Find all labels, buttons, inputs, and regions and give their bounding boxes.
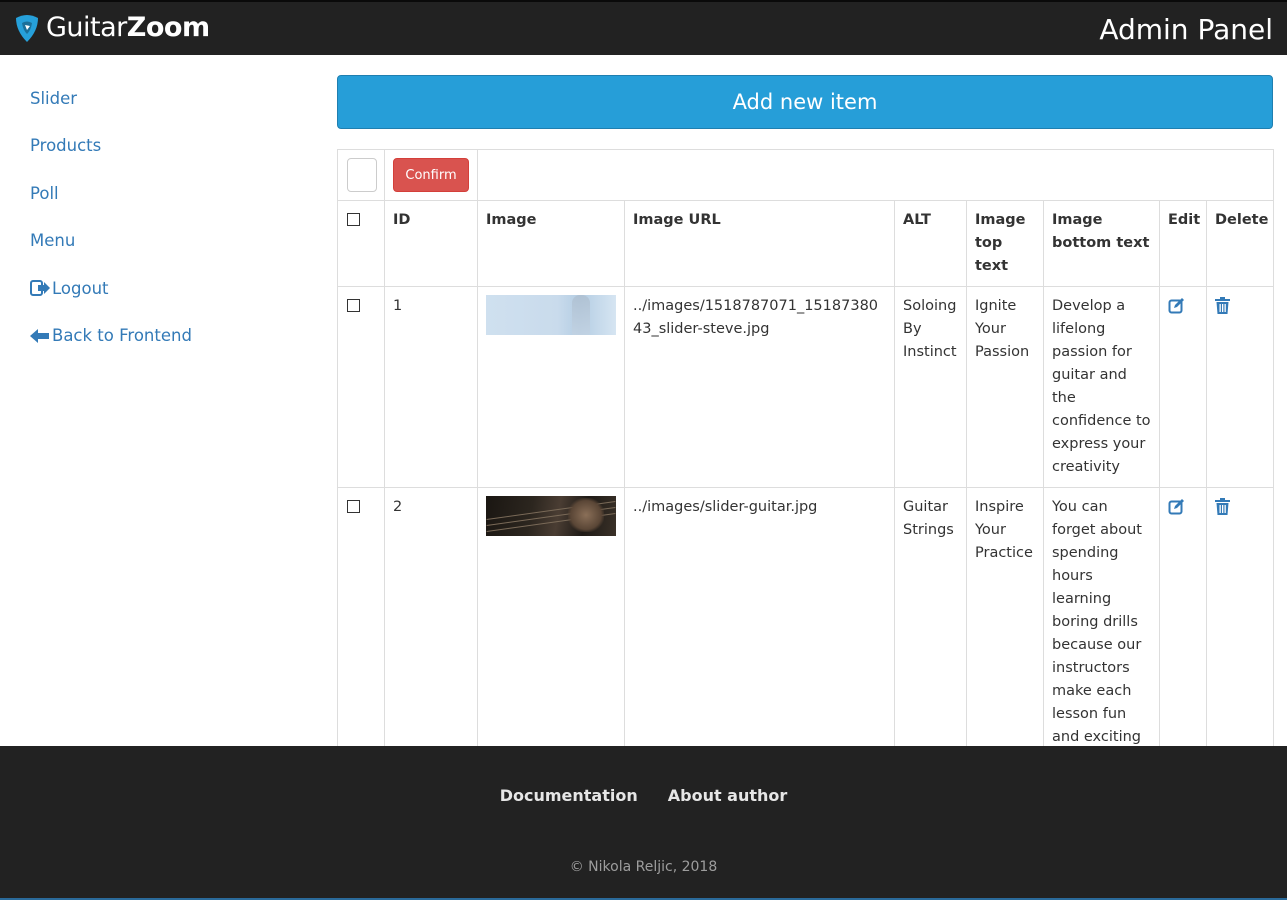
add-new-item-button[interactable]: Add new item [337,75,1273,129]
footer-links: Documentation About author [0,786,1287,805]
column-header-image-top-text: Image top text [966,200,1044,287]
column-header-edit: Edit [1159,200,1207,287]
sidebar-item-label: Products [30,136,102,156]
edit-cell [1159,487,1207,758]
trash-icon[interactable] [1215,498,1230,523]
sidebar-item-back-to-frontend[interactable]: Back to Frontend [30,324,290,348]
row-select-cell [337,286,385,488]
sidebar-item-label: Slider [30,88,78,108]
id-cell: 1 [384,286,478,488]
column-header-select [337,200,385,287]
slider-guitar-thumbnail [486,496,616,536]
table-header-row: ID Image Image URL ALT Image top text Im… [337,200,1275,287]
slider-steve-thumbnail [486,295,616,335]
top-text-cell: Ignite Your Passion [966,286,1044,488]
row-checkbox[interactable] [347,299,360,312]
bottom-text-cell: You can forget about spending hours lear… [1043,487,1160,758]
sidebar-nav: Slider Products Poll Menu Logout Back to… [30,86,290,372]
actions-cell: Confirm [384,149,478,201]
id-cell: 2 [384,487,478,758]
footer-link-about-author[interactable]: About author [668,786,788,805]
column-header-image: Image [477,200,625,287]
sidebar-item-logout[interactable]: Logout [30,276,290,300]
brand-logo[interactable]: GuitarZoom [14,11,210,45]
row-select-cell [337,487,385,758]
slider-items-table: Confirm ID Image Image URL ALT Image top… [337,149,1275,758]
delete-cell [1205,487,1275,758]
sidebar-item-slider[interactable]: Slider [30,86,290,110]
confirm-button[interactable]: Confirm [393,158,469,192]
table-actions-row: Confirm [337,149,1275,201]
top-text-cell: Inspire Your Practice [966,487,1044,758]
sidebar-item-menu[interactable]: Menu [30,229,290,253]
arrow-left-icon [30,328,49,343]
image-url-cell: ../images/1518787071_1518738043_slider-s… [624,286,895,488]
sidebar-item-label: Menu [30,231,76,251]
image-url-cell: ../images/slider-guitar.jpg [624,487,895,758]
sidebar-item-label: Logout [52,278,109,298]
alt-cell: Guitar Strings [894,487,967,758]
trash-icon[interactable] [1215,297,1230,322]
sidebar-item-label: Back to Frontend [52,326,192,346]
logout-icon [30,280,50,297]
brand-name-part1: Guitar [46,12,127,43]
bottom-text-cell: Develop a lifelong passion for guitar an… [1043,286,1160,488]
sidebar-item-poll[interactable]: Poll [30,181,290,205]
copyright-text: © Nikola Reljic, 2018 [569,859,718,875]
column-header-image-bottom-text: Image bottom text [1043,200,1160,287]
edit-cell [1159,286,1207,488]
table-row: 2 ../images/slider-guitar.jpg Guitar Str… [337,487,1275,758]
page-footer: Documentation About author © Nikola Relj… [0,746,1287,900]
column-header-image-url: Image URL [624,200,895,287]
column-header-delete: Delete [1205,200,1275,287]
brand-name: GuitarZoom [46,11,210,45]
brand-name-part2: Zoom [126,12,210,43]
alt-cell: Soloing By Instinct [894,286,967,488]
guitar-pick-icon [16,15,38,42]
actions-cell [337,149,385,201]
column-header-id: ID [384,200,478,287]
delete-cell [1205,286,1275,488]
footer-link-documentation[interactable]: Documentation [500,786,638,805]
page-title: Admin Panel [1099,13,1273,46]
select-all-checkbox[interactable] [347,158,377,192]
top-navbar: GuitarZoom Admin Panel [0,0,1287,55]
sidebar-item-label: Poll [30,183,59,203]
image-cell [477,487,625,758]
row-checkbox[interactable] [347,500,360,513]
table-row: 1 ../images/1518787071_1518738043_slider… [337,286,1275,488]
edit-icon[interactable] [1168,297,1185,322]
sidebar-item-products[interactable]: Products [30,134,290,158]
image-cell [477,286,625,488]
column-header-alt: ALT [894,200,967,287]
actions-cell [476,149,1275,201]
edit-icon[interactable] [1168,498,1185,523]
header-checkbox[interactable] [347,213,360,226]
